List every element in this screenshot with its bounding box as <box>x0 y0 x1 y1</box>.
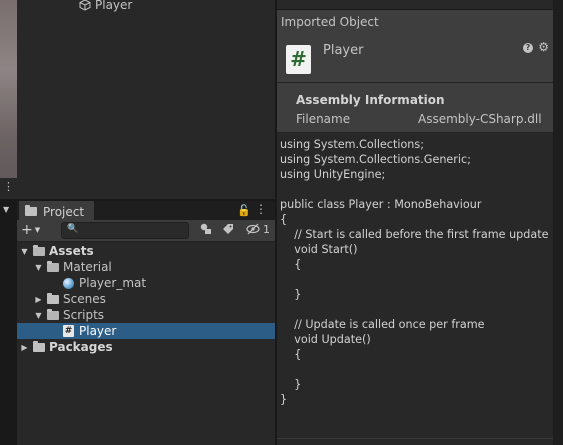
script-preview: using System.Collections; using System.C… <box>280 138 549 406</box>
folder-icon <box>47 292 59 304</box>
tree-item-player-script[interactable]: # Player <box>17 323 275 339</box>
tree-item-scenes[interactable]: ▶ Scenes <box>17 291 275 307</box>
hidden-packages-count: 1 <box>263 223 270 236</box>
inspector-panel: Imported Object # Player ? ⚙ Assembly In… <box>277 0 553 445</box>
csharp-script-icon: # <box>286 45 311 74</box>
hierarchy-item-player[interactable]: Player <box>79 0 132 13</box>
cube-icon <box>79 0 91 11</box>
tree-item-label: Scenes <box>63 292 106 306</box>
filename-value: Assembly-CSharp.dll <box>418 112 542 126</box>
hidden-packages-icon[interactable] <box>246 223 261 238</box>
project-panel: Project 🔓 ⋮ + ▼ 🔍 1 ▼ Assets ▼ Material … <box>17 201 275 445</box>
tree-item-label: Assets <box>49 244 94 258</box>
search-icon: 🔍 <box>67 224 79 234</box>
search-input[interactable] <box>78 223 183 237</box>
tree-item-label: Player_mat <box>79 276 147 290</box>
imported-object-header: Imported Object <box>277 10 553 34</box>
tab-project-label: Project <box>43 204 85 219</box>
tree-item-label: Player <box>79 324 117 338</box>
create-button[interactable]: + ▼ <box>21 222 47 238</box>
folder-icon <box>25 205 37 216</box>
tree-item-label: Scripts <box>63 308 105 322</box>
csharp-script-icon: # <box>63 325 74 337</box>
dropdown-arrow-icon[interactable]: ▼ <box>3 205 9 214</box>
tree-item-packages[interactable]: ▶ Packages <box>17 339 275 355</box>
filename-label: Filename <box>296 112 351 126</box>
hierarchy-item-label: Player <box>95 0 133 12</box>
gear-icon[interactable]: ⚙ <box>538 40 549 54</box>
expand-arrow-icon[interactable]: ▼ <box>34 311 43 320</box>
plus-icon: + <box>21 222 33 238</box>
tree-item-label: Packages <box>49 340 113 354</box>
tree-item-label: Material <box>63 260 112 274</box>
hierarchy-panel: Player <box>17 0 275 199</box>
asset-header: # Player ? ⚙ <box>277 34 553 83</box>
folder-open-icon <box>33 244 45 256</box>
scene-tools-strip: ⋮ <box>0 178 17 199</box>
lock-icon[interactable]: 🔓 <box>237 204 251 217</box>
material-icon <box>63 277 74 289</box>
folder-open-icon <box>47 308 59 320</box>
tab-project[interactable]: Project <box>19 201 95 221</box>
collapse-arrow-icon[interactable]: ▶ <box>34 295 43 304</box>
search-field[interactable]: 🔍 <box>61 222 189 239</box>
search-by-label-icon[interactable] <box>222 223 234 238</box>
search-by-type-icon[interactable] <box>199 223 212 238</box>
imported-object-title: Imported Object <box>281 15 379 29</box>
expand-arrow-icon[interactable]: ▼ <box>20 247 29 256</box>
divider <box>277 438 553 439</box>
collapse-arrow-icon[interactable]: ▶ <box>20 343 29 352</box>
scene-view-strip[interactable] <box>0 0 17 199</box>
folder-icon <box>33 340 45 352</box>
project-tab-bar: Project 🔓 ⋮ <box>17 201 275 221</box>
project-toolbar: + ▼ 🔍 1 <box>17 220 275 242</box>
expand-arrow-icon[interactable]: ▼ <box>34 263 43 272</box>
more-icon[interactable]: ⋮ <box>0 180 17 193</box>
section-title: Assembly Information <box>296 93 445 107</box>
help-icon[interactable]: ? <box>523 43 533 53</box>
tree-item-scripts[interactable]: ▼ Scripts <box>17 307 275 323</box>
tree-item-assets[interactable]: ▼ Assets <box>17 243 275 259</box>
panel-menu-icon[interactable]: ⋮ <box>255 202 267 216</box>
right-gutter <box>553 0 563 445</box>
assembly-information-section: Assembly Information Filename Assembly-C… <box>277 83 553 133</box>
tree-item-player-mat[interactable]: Player_mat <box>17 275 275 291</box>
folder-open-icon <box>47 260 59 272</box>
asset-name: Player <box>323 43 364 58</box>
tree-item-material[interactable]: ▼ Material <box>17 259 275 275</box>
chevron-down-icon: ▼ <box>34 226 41 234</box>
